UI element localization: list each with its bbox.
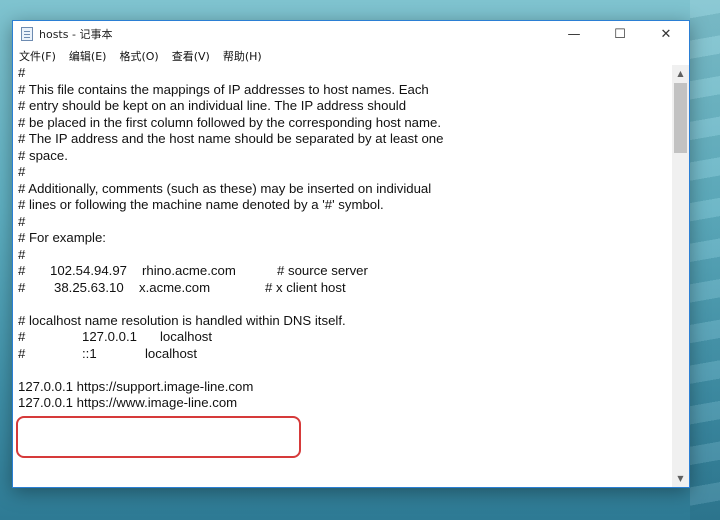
minimize-icon: — (567, 26, 581, 42)
maximize-button[interactable]: ☐ (597, 21, 643, 47)
example-hash: # (18, 279, 26, 295)
menu-edit[interactable]: 编辑(E) (69, 48, 107, 64)
example-comment: # x client host (265, 279, 346, 295)
title-bar[interactable]: hosts - 记事本 — ☐ ✕ (13, 21, 689, 47)
hosts-entry: 127.0.0.1 https://www.image-line.com (18, 395, 238, 410)
localhost-hash: # (18, 329, 26, 344)
menu-format[interactable]: 格式(O) (119, 48, 158, 64)
desktop-background (690, 0, 720, 520)
text-editor[interactable]: # # This file contains the mappings of I… (13, 65, 672, 487)
example-host: x.acme.com (139, 279, 211, 295)
notepad-icon (21, 27, 33, 41)
scrollbar-thumb[interactable] (674, 83, 687, 153)
localhost-row: # 127.0.0.1 localhost (18, 329, 672, 346)
example-row: # 38.25.63.10 x.acme.com # x client host (18, 280, 672, 297)
localhost-host: localhost (160, 329, 213, 344)
example-row: # 102.54.94.97 rhino.acme.com # source s… (18, 263, 672, 280)
window-title: hosts - 记事本 (39, 28, 113, 41)
menu-view[interactable]: 查看(V) (172, 48, 210, 64)
text-line: # be placed in the first column followed… (18, 114, 441, 130)
example-ip: 38.25.63.10 (54, 279, 124, 295)
close-button[interactable]: ✕ (643, 21, 689, 47)
window-controls: — ☐ ✕ (551, 21, 689, 47)
text-line: # For example: (18, 230, 106, 245)
localhost-hash: # (18, 345, 26, 361)
text-line: # (18, 213, 26, 229)
localhost-ip: ::1 (82, 345, 97, 361)
scroll-up-icon: ▲ (677, 69, 684, 78)
text-line: # space. (18, 147, 68, 163)
example-comment: # source server (277, 263, 368, 278)
hosts-entry: 127.0.0.1 https://support.image-line.com (18, 378, 254, 394)
vertical-scrollbar[interactable]: ▲ ▼ (672, 65, 689, 487)
text-line: # lines or following the machine name de… (18, 197, 384, 212)
close-icon: ✕ (660, 26, 672, 42)
text-line: # entry should be kept on an individual … (18, 98, 407, 113)
scroll-down-icon: ▼ (677, 474, 684, 483)
text-line (18, 296, 672, 313)
maximize-icon: ☐ (614, 26, 626, 42)
minimize-button[interactable]: — (551, 21, 597, 47)
text-line: # Additionally, comments (such as these)… (18, 180, 432, 196)
text-line: # (18, 246, 26, 262)
scroll-down-button[interactable]: ▼ (672, 470, 689, 487)
text-line: # (18, 65, 26, 80)
example-ip: 102.54.94.97 (50, 263, 128, 278)
notepad-window: hosts - 记事本 — ☐ ✕ 文件(F) 编辑(E) 格式(O) 查看(V… (12, 20, 690, 488)
text-line: # This file contains the mappings of IP … (18, 81, 429, 97)
menu-help[interactable]: 帮助(H) (223, 48, 262, 64)
menu-bar: 文件(F) 编辑(E) 格式(O) 查看(V) 帮助(H) (13, 47, 689, 66)
scroll-up-button[interactable]: ▲ (672, 65, 689, 82)
highlight-box (16, 416, 301, 458)
text-line (18, 362, 672, 379)
localhost-row: # ::1 localhost (18, 346, 672, 363)
example-hash: # (18, 263, 26, 278)
text-line: # localhost name resolution is handled w… (18, 312, 346, 328)
localhost-host: localhost (145, 345, 198, 361)
text-line: # The IP address and the host name shoul… (18, 131, 444, 146)
example-host: rhino.acme.com (142, 263, 236, 278)
text-line: # (18, 164, 26, 179)
menu-file[interactable]: 文件(F) (19, 48, 56, 64)
localhost-ip: 127.0.0.1 (82, 329, 137, 344)
